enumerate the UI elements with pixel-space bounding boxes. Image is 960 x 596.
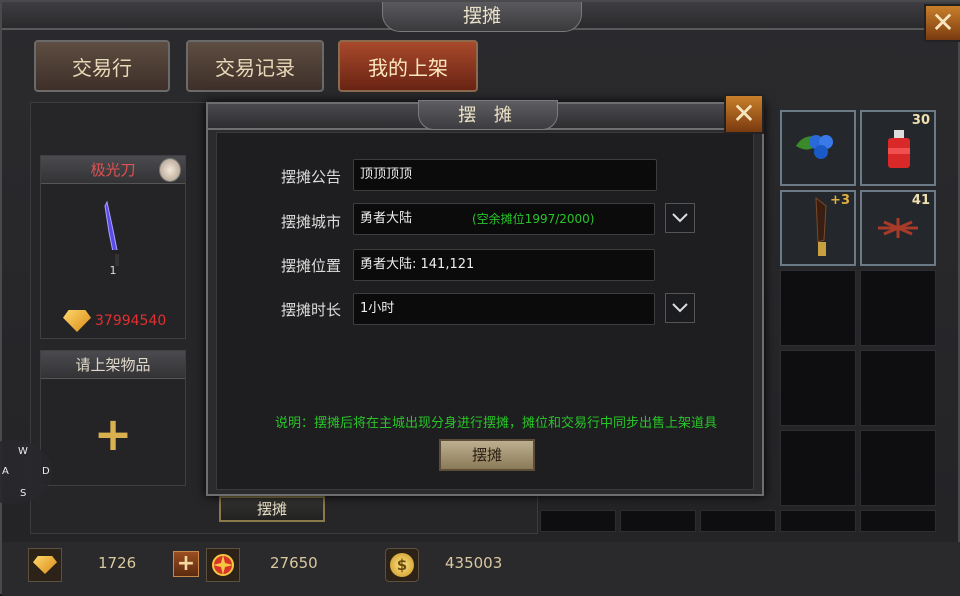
tab-my-listings[interactable]: 我的上架 [338, 40, 478, 92]
plus-icon[interactable]: + [93, 411, 133, 457]
inventory-slot[interactable] [540, 510, 616, 532]
recharge-plus-button[interactable]: + [173, 551, 199, 577]
dialog-close-icon[interactable]: ✕ [724, 94, 764, 134]
tab-label: 交易行 [72, 55, 132, 80]
dialog-body: 摆摊公告 顶顶顶顶 摆摊城市 勇者大陆 (空余摊位1997/2000) 摆摊位置… [216, 132, 754, 490]
inventory-slot[interactable] [860, 270, 936, 346]
seller-avatar [159, 158, 181, 182]
emblem-currency-icon [206, 548, 240, 582]
close-icon[interactable]: ✕ [924, 4, 960, 42]
tab-label: 我的上架 [368, 55, 448, 80]
inventory-slot[interactable] [860, 430, 936, 506]
city-select[interactable]: 勇者大陆 (空余摊位1997/2000) [353, 203, 655, 235]
listed-item-card[interactable]: 极光刀 1 37994540 [40, 155, 186, 339]
inventory-slot[interactable] [780, 430, 856, 506]
stall-button[interactable]: 摆摊 [219, 496, 325, 522]
emblem-amount: 27650 [270, 554, 318, 572]
duration-label: 摆摊时长 [281, 301, 342, 319]
diamond-currency-icon [28, 548, 62, 582]
gold-amount: 435003 [445, 554, 503, 572]
city-label: 摆摊城市 [281, 213, 342, 231]
chevron-down-icon [672, 303, 688, 313]
inventory-slot-dark-sword[interactable]: +3 [780, 190, 856, 266]
confirm-stall-button[interactable]: 摆摊 [439, 439, 535, 471]
inventory-slot-crossbow[interactable]: 41 [860, 190, 936, 266]
inventory-slot[interactable] [860, 510, 936, 532]
blue-berry-icon [796, 135, 833, 159]
free-slots-text: (空余摊位1997/2000) [472, 212, 595, 226]
add-listing-title: 请上架物品 [41, 351, 185, 379]
announcement-label: 摆摊公告 [281, 168, 342, 186]
item-count: 1 [109, 264, 117, 277]
tab-auction-house[interactable]: 交易行 [34, 40, 170, 92]
chevron-down-icon [672, 213, 688, 223]
inventory-slot[interactable] [780, 350, 856, 426]
inventory-slot[interactable] [620, 510, 696, 532]
stack-count: 41 [911, 193, 930, 208]
enhance-level: +3 [830, 193, 850, 208]
inventory-slot[interactable] [780, 270, 856, 346]
stall-dialog: 摆 摊 摆摊公告 顶顶顶顶 摆摊城市 勇者大陆 (空余摊位1997/2000) … [206, 100, 764, 496]
compass-d: D [42, 466, 50, 477]
dialog-title: 摆 摊 [418, 100, 558, 130]
window-title: 摆摊 [382, 2, 582, 32]
trade-window: 摆摊 ✕ 交易行 交易记录 我的上架 极光刀 1 37994540 请上架物品 … [0, 0, 960, 596]
compass-w: W [18, 446, 28, 457]
inventory-slot[interactable] [700, 510, 776, 532]
tab-trade-records[interactable]: 交易记录 [186, 40, 324, 92]
item-price: 37994540 [95, 313, 167, 329]
stack-count: 30 [911, 113, 930, 128]
location-field: 勇者大陆: 141,121 [353, 249, 655, 281]
inventory-slot-blue-berries[interactable] [780, 110, 856, 186]
city-value: 勇者大陆 [360, 211, 413, 226]
diamond-amount: 1726 [98, 554, 137, 572]
inventory-slot-red-potion[interactable]: 30 [860, 110, 936, 186]
compass-s: S [20, 488, 27, 499]
duration-dropdown-button[interactable] [665, 293, 695, 323]
gold-coin-icon: $ [385, 548, 419, 582]
blade-icon [104, 200, 121, 266]
tab-label: 交易记录 [215, 55, 295, 80]
city-dropdown-button[interactable] [665, 203, 695, 233]
add-listing-card[interactable]: 请上架物品 + [40, 350, 186, 486]
inventory-slot[interactable] [780, 510, 856, 532]
compass-a: A [2, 466, 9, 477]
announcement-input[interactable]: 顶顶顶顶 [353, 159, 657, 191]
inventory-slot[interactable] [860, 350, 936, 426]
duration-select[interactable]: 1小时 [353, 293, 655, 325]
stall-note: 说明：摆摊后将在主城出现分身进行摆摊，摊位和交易行中同步出售上架道具 [275, 416, 718, 431]
location-label: 摆摊位置 [281, 257, 342, 275]
diamond-icon [63, 310, 91, 332]
